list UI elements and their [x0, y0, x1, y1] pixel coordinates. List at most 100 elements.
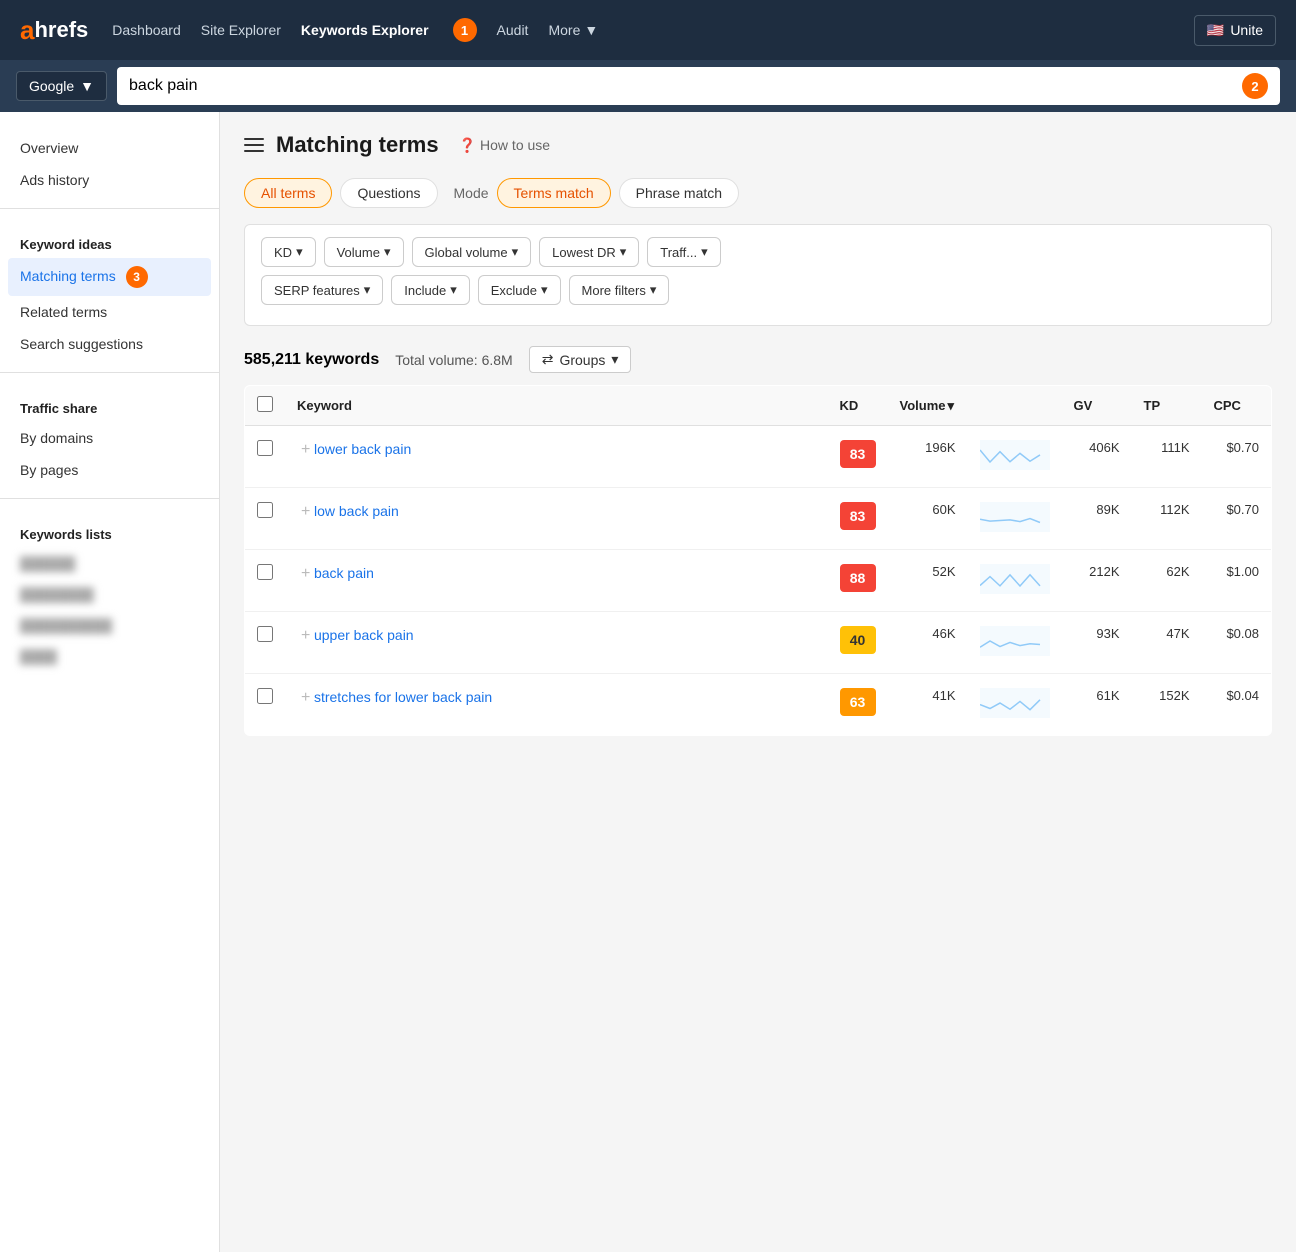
kd-badge: 83 [840, 440, 876, 468]
nav-site-explorer[interactable]: Site Explorer [201, 22, 281, 38]
filter-kd[interactable]: KD ▾ [261, 237, 316, 267]
main-content: Matching terms ❓ How to use All terms Qu… [220, 112, 1296, 1252]
chevron-down-icon: ▾ [296, 244, 303, 260]
mode-label: Mode [454, 185, 489, 201]
add-button[interactable]: + [301, 565, 310, 582]
groups-button[interactable]: ⇄ Groups ▾ [529, 346, 632, 373]
sidebar: Overview Ads history Keyword ideas Match… [0, 112, 220, 1252]
row-checkbox[interactable] [257, 440, 273, 456]
row-checkbox[interactable] [257, 688, 273, 704]
row-cpc: $0.70 [1202, 488, 1272, 550]
filter-more[interactable]: More filters ▾ [569, 275, 670, 305]
keywords-table: Keyword KD Volume ▾ GV TP CPC [244, 385, 1272, 736]
page-title: Matching terms [276, 132, 439, 158]
nav-dashboard[interactable]: Dashboard [112, 22, 181, 38]
th-kd: KD [828, 386, 888, 426]
filter-traffic[interactable]: Traff... ▾ [647, 237, 720, 267]
filter-serp-features[interactable]: SERP features ▾ [261, 275, 383, 305]
sidebar-item-by-pages[interactable]: By pages [0, 454, 219, 486]
logo[interactable]: ahrefs [20, 15, 88, 46]
th-volume[interactable]: Volume ▾ [888, 386, 968, 426]
hamburger-icon[interactable] [244, 138, 264, 152]
filter-volume[interactable]: Volume ▾ [324, 237, 404, 267]
tab-all-terms[interactable]: All terms [244, 178, 332, 208]
nav-keywords-explorer[interactable]: Keywords Explorer [301, 22, 429, 38]
sidebar-item-ads-history[interactable]: Ads history [0, 164, 219, 196]
nav-more[interactable]: More ▼ [548, 22, 598, 38]
logo-a: a [20, 15, 34, 46]
row-kd: 40 [828, 612, 888, 674]
sidebar-item-overview[interactable]: Overview [0, 132, 219, 164]
sidebar-item-search-suggestions[interactable]: Search suggestions [0, 328, 219, 360]
sidebar-blurred-3: ██████████ [0, 610, 219, 641]
table-header-row: Keyword KD Volume ▾ GV TP CPC [245, 386, 1272, 426]
sidebar-divider [0, 208, 219, 209]
filter-lowest-dr[interactable]: Lowest DR ▾ [539, 237, 639, 267]
select-all-checkbox[interactable] [257, 396, 273, 412]
search-input[interactable] [129, 77, 1230, 95]
nav-audit[interactable]: Audit [497, 22, 529, 38]
add-button[interactable]: + [301, 441, 310, 458]
volume-sort: Volume ▾ [900, 398, 955, 414]
chevron-down-icon: ▾ [450, 282, 457, 298]
add-button[interactable]: + [301, 627, 310, 644]
tabs-row: All terms Questions Mode Terms match Phr… [244, 178, 1272, 208]
total-volume: Total volume: 6.8M [395, 352, 513, 368]
filter-global-volume[interactable]: Global volume ▾ [412, 237, 532, 267]
kd-badge: 88 [840, 564, 876, 592]
filter-panel: KD ▾ Volume ▾ Global volume ▾ Lowest DR … [244, 224, 1272, 326]
row-sparkline [968, 488, 1062, 550]
chevron-down-icon: ▾ [541, 282, 548, 298]
top-nav: ahrefs Dashboard Site Explorer Keywords … [0, 0, 1296, 60]
chevron-down-icon: ▾ [512, 244, 519, 260]
tab-phrase-match[interactable]: Phrase match [619, 178, 739, 208]
keyword-link[interactable]: low back pain [314, 503, 399, 519]
kd-badge: 40 [840, 626, 876, 654]
hamburger-line [244, 144, 264, 146]
row-kd: 83 [828, 426, 888, 488]
th-gv: GV [1062, 386, 1132, 426]
row-cpc: $1.00 [1202, 550, 1272, 612]
sidebar-item-matching-terms[interactable]: Matching terms 3 [8, 258, 211, 296]
country-selector[interactable]: 🇺🇸 Unite [1194, 15, 1276, 46]
filter-exclude[interactable]: Exclude ▾ [478, 275, 561, 305]
row-kd: 88 [828, 550, 888, 612]
hamburger-line [244, 150, 264, 152]
row-checkbox[interactable] [257, 626, 273, 642]
keyword-link[interactable]: upper back pain [314, 627, 414, 643]
row-checkbox-cell [245, 612, 286, 674]
how-to-use-link[interactable]: ❓ How to use [459, 137, 550, 154]
filter-include[interactable]: Include ▾ [391, 275, 469, 305]
sort-down-icon: ▾ [948, 398, 955, 414]
sidebar-item-by-domains[interactable]: By domains [0, 422, 219, 454]
th-tp: TP [1132, 386, 1202, 426]
row-volume: 41K [888, 674, 968, 736]
chevron-down-icon: ▾ [611, 351, 618, 368]
row-checkbox[interactable] [257, 502, 273, 518]
tab-terms-match[interactable]: Terms match [497, 178, 611, 208]
nav-right: 🇺🇸 Unite [1194, 15, 1276, 46]
row-keyword: + back pain [285, 550, 828, 612]
add-button[interactable]: + [301, 689, 310, 706]
keyword-link[interactable]: back pain [314, 565, 374, 581]
add-button[interactable]: + [301, 503, 310, 520]
engine-selector[interactable]: Google ▼ [16, 71, 107, 101]
row-sparkline [968, 550, 1062, 612]
page-header: Matching terms ❓ How to use [244, 132, 1272, 158]
main-layout: Overview Ads history Keyword ideas Match… [0, 112, 1296, 1252]
row-gv: 212K [1062, 550, 1132, 612]
kd-badge: 63 [840, 688, 876, 716]
row-keyword: + low back pain [285, 488, 828, 550]
results-count: 585,211 keywords [244, 351, 379, 369]
tab-questions[interactable]: Questions [340, 178, 437, 208]
filter-row-1: KD ▾ Volume ▾ Global volume ▾ Lowest DR … [261, 237, 1255, 267]
row-gv: 93K [1062, 612, 1132, 674]
row-volume: 52K [888, 550, 968, 612]
sidebar-item-related-terms[interactable]: Related terms [0, 296, 219, 328]
table-row: + upper back pain 40 46K 93K 47K $0.08 [245, 612, 1272, 674]
sidebar-badge-3: 3 [126, 266, 148, 288]
row-checkbox[interactable] [257, 564, 273, 580]
keyword-link[interactable]: stretches for lower back pain [314, 689, 492, 705]
keyword-link[interactable]: lower back pain [314, 441, 411, 457]
sidebar-section-keywords-lists: Keywords lists [0, 511, 219, 548]
